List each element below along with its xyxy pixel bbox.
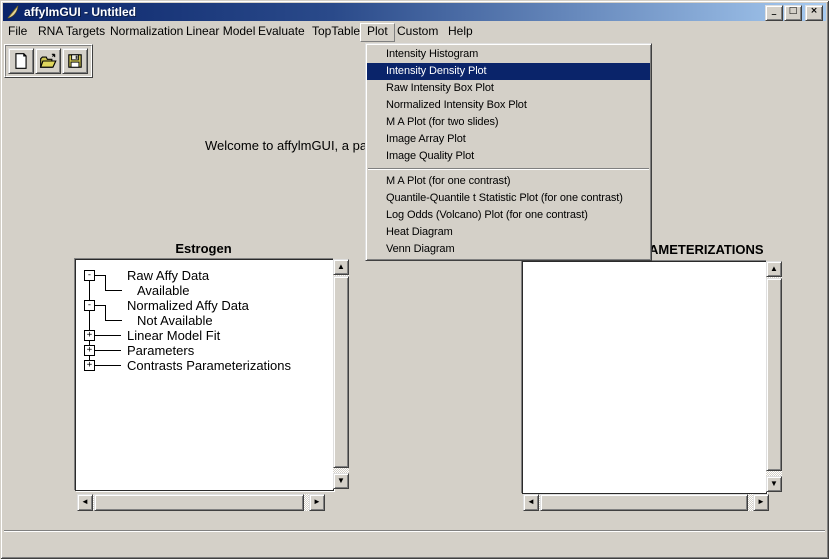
tree-item-normalized-affy-data[interactable]: Normalized Affy Data xyxy=(127,298,249,313)
expander-contrasts-parameterizations[interactable]: + xyxy=(84,360,95,371)
expander-raw-affy-data[interactable]: - xyxy=(84,270,95,281)
maximize-button[interactable]: □ xyxy=(784,5,802,21)
welcome-text: Welcome to affylmGUI, a pa xyxy=(205,138,367,153)
menu-item-normalized-intensity-box-plot[interactable]: Normalized Intensity Box Plot xyxy=(367,97,650,114)
menubar-item-help[interactable]: Help xyxy=(448,23,473,40)
tree-line xyxy=(105,305,106,321)
menubar-item-toptable[interactable]: TopTable xyxy=(312,23,360,40)
scroll-right-button[interactable]: ► xyxy=(309,494,325,511)
scroll-down-button[interactable]: ▼ xyxy=(333,473,349,489)
menubar-item-custom[interactable]: Custom xyxy=(397,23,438,40)
tree-item-raw-affy-data[interactable]: Raw Affy Data xyxy=(127,268,209,283)
save-file-button[interactable] xyxy=(62,48,88,74)
menu-item-intensity-density-plot[interactable]: Intensity Density Plot xyxy=(367,63,650,80)
menu-separator xyxy=(368,168,649,170)
expander-normalized-affy-data[interactable]: - xyxy=(84,300,95,311)
menu-item-venn-diagram[interactable]: Venn Diagram xyxy=(367,241,650,258)
toolbar xyxy=(4,44,93,78)
save-floppy-icon xyxy=(66,52,84,70)
scroll-left-button[interactable]: ◄ xyxy=(523,494,539,511)
expander-parameters[interactable]: + xyxy=(84,345,95,356)
menu-item-log-odds-volcano-plot[interactable]: Log Odds (Volcano) Plot (for one contras… xyxy=(367,207,650,224)
open-folder-icon xyxy=(39,52,58,70)
tree-item-available[interactable]: Available xyxy=(137,283,190,298)
left-panel-title: Estrogen xyxy=(75,241,332,256)
menubar-item-rna-targets[interactable]: RNA Targets xyxy=(38,23,105,40)
menu-item-qq-t-statistic-plot[interactable]: Quantile-Quantile t Statistic Plot (for … xyxy=(367,190,650,207)
menu-item-ma-plot-one-contrast[interactable]: M A Plot (for one contrast) xyxy=(367,173,650,190)
horizontal-scroll-thumb[interactable] xyxy=(94,494,304,511)
left-horizontal-scrollbar[interactable]: ◄ ► xyxy=(77,494,325,511)
menu-item-intensity-histogram[interactable]: Intensity Histogram xyxy=(367,46,650,63)
titlebar: affylmGUI - Untitled _ □ × xyxy=(3,3,826,21)
tree-line xyxy=(95,305,105,306)
status-tree: - - + + + Raw Affy Data Available Normal… xyxy=(76,260,333,490)
menu-item-image-quality-plot[interactable]: Image Quality Plot xyxy=(367,148,650,165)
left-vertical-scrollbar[interactable]: ▲ ▼ xyxy=(333,259,349,489)
tree-line xyxy=(105,290,122,291)
scroll-left-button[interactable]: ◄ xyxy=(77,494,93,511)
scroll-right-button[interactable]: ► xyxy=(753,494,769,511)
menubar-item-plot[interactable]: Plot xyxy=(360,23,395,42)
menubar-item-normalization[interactable]: Normalization xyxy=(110,23,183,40)
scroll-down-button[interactable]: ▼ xyxy=(766,476,782,492)
right-panel-title: AMETERIZATIONS xyxy=(649,242,764,257)
vertical-scroll-thumb[interactable] xyxy=(766,278,782,471)
expander-linear-model-fit[interactable]: + xyxy=(84,330,95,341)
scroll-up-button[interactable]: ▲ xyxy=(333,259,349,275)
menubar-item-evaluate[interactable]: Evaluate xyxy=(258,23,305,40)
vertical-scroll-thumb[interactable] xyxy=(333,276,349,468)
menu-item-ma-plot-two-slides[interactable]: M A Plot (for two slides) xyxy=(367,114,650,131)
right-vertical-scrollbar[interactable]: ▲ ▼ xyxy=(766,261,782,492)
window: affylmGUI - Untitled _ □ × File RNA Targ… xyxy=(0,0,829,559)
menubar-item-file[interactable]: File xyxy=(8,23,27,40)
tree-item-parameters[interactable]: Parameters xyxy=(127,343,194,358)
menu-item-heat-diagram[interactable]: Heat Diagram xyxy=(367,224,650,241)
tree-item-linear-model-fit[interactable]: Linear Model Fit xyxy=(127,328,220,343)
menu-item-image-array-plot[interactable]: Image Array Plot xyxy=(367,131,650,148)
tree-item-contrasts-parameterizations[interactable]: Contrasts Parameterizations xyxy=(127,358,291,373)
app-feather-icon xyxy=(6,5,20,19)
menu-item-raw-intensity-box-plot[interactable]: Raw Intensity Box Plot xyxy=(367,80,650,97)
close-button[interactable]: × xyxy=(805,5,823,21)
window-title: affylmGUI - Untitled xyxy=(24,5,136,19)
menubar: File RNA Targets Normalization Linear Mo… xyxy=(3,21,826,42)
left-tree-listbox[interactable]: - - + + + Raw Affy Data Available Normal… xyxy=(75,259,334,491)
tree-item-not-available[interactable]: Not Available xyxy=(137,313,213,328)
scroll-up-button[interactable]: ▲ xyxy=(766,261,782,277)
menubar-item-linear-model[interactable]: Linear Model xyxy=(186,23,255,40)
tree-line xyxy=(95,365,121,366)
tree-line xyxy=(105,275,106,291)
right-listbox[interactable] xyxy=(522,261,767,494)
tree-line xyxy=(95,335,121,336)
tree-line xyxy=(105,320,122,321)
new-file-icon xyxy=(12,52,30,70)
new-file-button[interactable] xyxy=(8,48,34,74)
tree-line xyxy=(95,275,105,276)
plot-dropdown-menu: Intensity Histogram Intensity Density Pl… xyxy=(365,43,652,261)
horizontal-scroll-thumb[interactable] xyxy=(540,494,748,511)
minimize-button[interactable]: _ xyxy=(765,5,783,21)
tree-line xyxy=(95,350,121,351)
frame-divider xyxy=(4,530,825,532)
right-horizontal-scrollbar[interactable]: ◄ ► xyxy=(523,494,769,511)
open-file-button[interactable] xyxy=(35,48,61,74)
statusbar xyxy=(3,533,826,554)
